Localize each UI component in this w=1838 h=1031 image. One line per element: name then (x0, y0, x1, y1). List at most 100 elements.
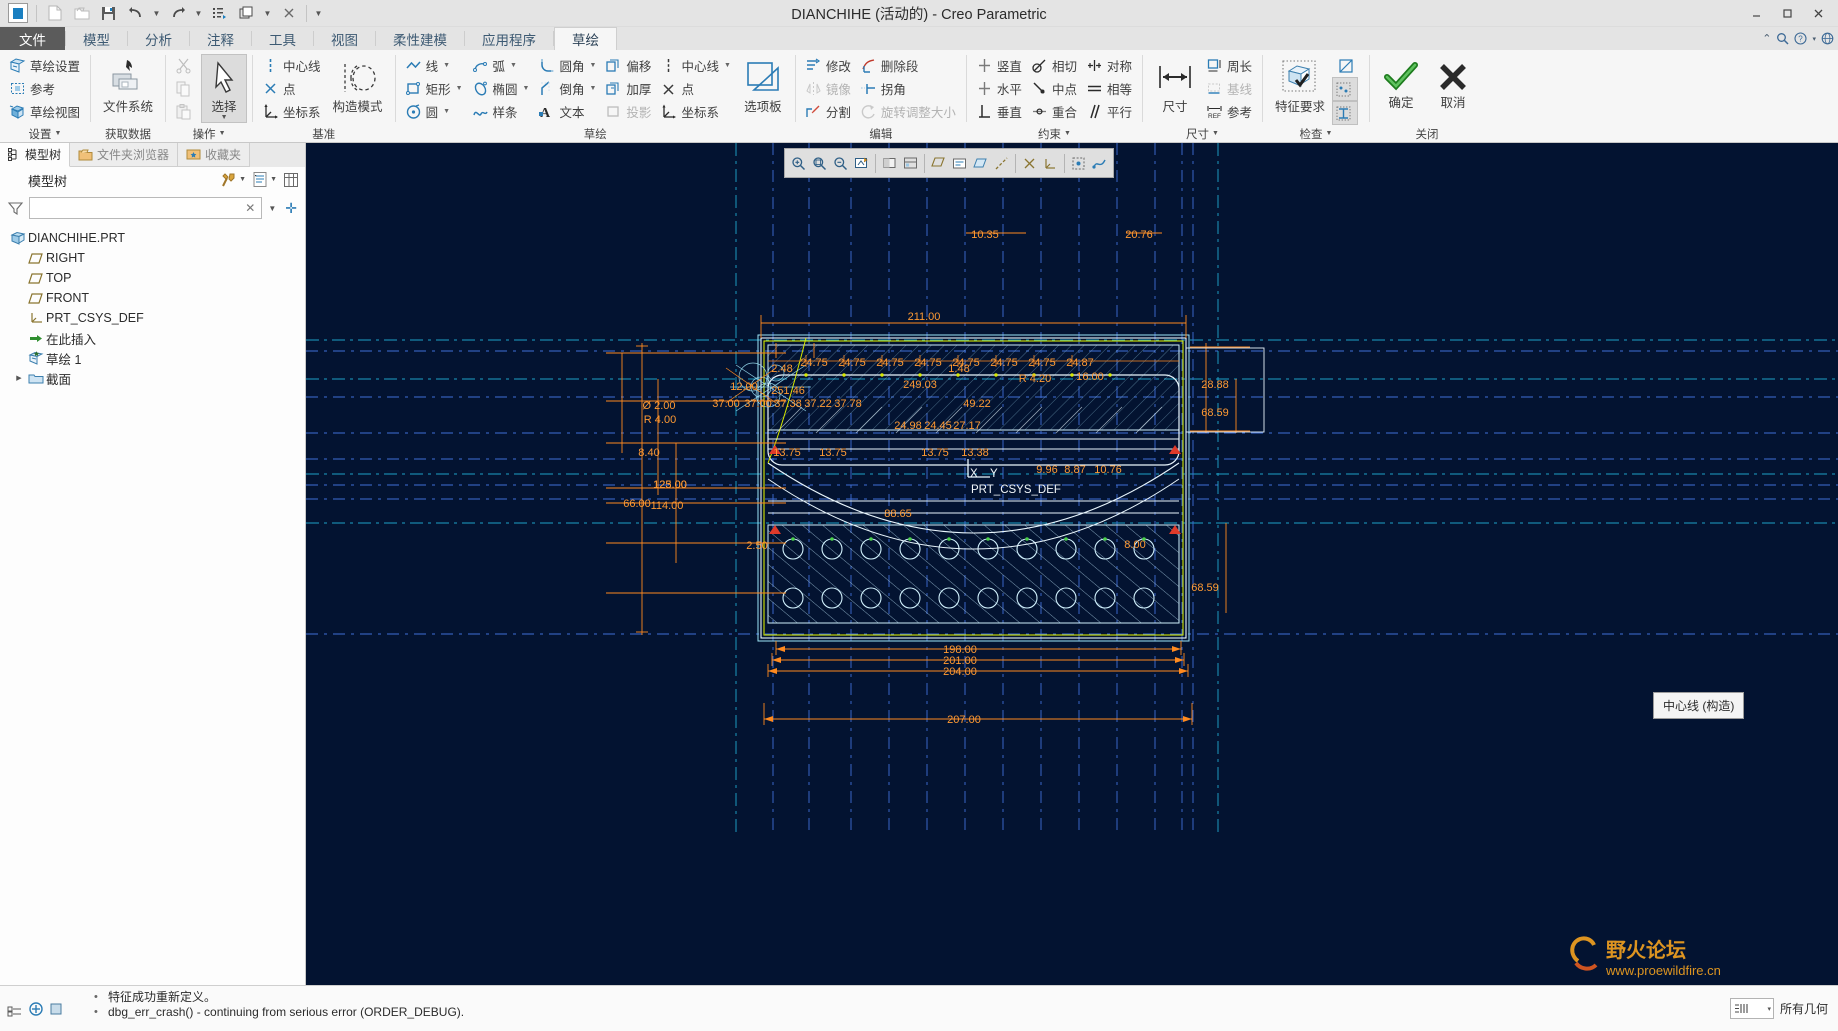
ribbon-item-spline[interactable]: 样条 (468, 100, 535, 123)
ribbon-item-divide[interactable]: 分割 (801, 100, 856, 123)
add-filter-icon[interactable]: ✛ (285, 200, 301, 217)
dimension-label[interactable]: 114.00 (651, 500, 684, 512)
filter-funnel-icon[interactable] (7, 201, 24, 216)
ribbon-item-sketch-csys[interactable]: 坐标系 (656, 100, 735, 123)
ribbon-item-modify[interactable]: 修改 (801, 54, 856, 77)
dimension-label[interactable]: 68.59 (1191, 582, 1219, 594)
tree-display-icon[interactable] (251, 170, 268, 189)
minimize-ribbon-icon[interactable]: ⌃ (1762, 32, 1771, 45)
dimension-label[interactable]: 49.22 (963, 398, 991, 410)
ribbon-item-horizontal[interactable]: 水平 (972, 77, 1027, 100)
chevron-down-icon[interactable]: ▼ (510, 62, 517, 69)
ribbon-item-fillet[interactable]: 圆角 ▼ (534, 54, 601, 77)
undo-dropdown-icon[interactable]: ▼ (149, 2, 164, 25)
chevron-down-icon[interactable]: ▼ (724, 62, 731, 69)
ribbon-item-rectangle[interactable]: 矩形 ▼ (401, 77, 468, 100)
tab-file[interactable]: 文件 (0, 27, 65, 50)
undo-icon[interactable] (122, 2, 149, 25)
chevron-down-icon[interactable]: ▼ (523, 85, 530, 92)
dimension-label[interactable]: 2.50 (746, 540, 767, 552)
clear-search-icon[interactable]: ✕ (243, 201, 257, 215)
chevron-down-icon[interactable]: ▼ (443, 108, 450, 115)
ribbon-item-midpoint[interactable]: 中点 (1027, 77, 1082, 100)
chevron-down-icon[interactable]: ▼ (221, 114, 228, 122)
ribbon-group-label[interactable]: 操作 ▼ (166, 125, 252, 142)
chevron-down-icon[interactable]: ▼ (589, 85, 596, 92)
nav-tab-model-tree[interactable]: 模型树 (0, 143, 71, 167)
help-icon[interactable]: ? (1794, 32, 1808, 45)
dimension-label[interactable]: 37.38 (774, 398, 802, 410)
tree-item-insert-here[interactable]: 在此插入 (0, 328, 305, 348)
status-filter-icon[interactable] (28, 1001, 44, 1017)
ribbon-item-feature-requirements[interactable]: 特征要求 (1268, 54, 1332, 114)
tree-item-sketch-1[interactable]: 草绘 1 (0, 348, 305, 368)
dimension-label[interactable]: 211.00 (908, 311, 941, 323)
creo-app-logo-icon[interactable] (8, 3, 28, 23)
tab-annotate[interactable]: 注释 (190, 27, 251, 50)
regenerate-icon[interactable] (206, 2, 233, 25)
dimension-label[interactable]: 88.65 (884, 508, 912, 520)
redo-icon[interactable] (164, 2, 191, 25)
dimension-label[interactable]: 13.38 (961, 447, 989, 459)
tab-model[interactable]: 模型 (66, 27, 127, 50)
ribbon-item-circle[interactable]: 圆 ▼ (401, 100, 468, 123)
dimension-label[interactable]: 24.87 (1066, 357, 1094, 369)
tree-item-sections[interactable]: ▶ 截面 (0, 368, 305, 388)
ribbon-item-mirror[interactable]: 镜像 (801, 77, 856, 100)
ribbon-item-file-system[interactable]: 文件系统 (96, 54, 160, 114)
ribbon-item-dimension[interactable]: 尺寸 (1148, 54, 1202, 114)
ribbon-group-label[interactable]: 约束 ▼ (967, 125, 1142, 142)
ribbon-item-construction-mode[interactable]: 构造模式 (326, 54, 390, 114)
ribbon-item-rotate-resize[interactable]: 旋转调整大小 (856, 100, 961, 123)
ribbon-item-perimeter[interactable]: 周长 (1202, 54, 1257, 77)
ribbon-item-palette[interactable]: 选项板 (736, 54, 790, 114)
dimension-label[interactable]: 10.76 (1094, 464, 1122, 476)
ribbon-item-baseline[interactable]: 基线 (1202, 77, 1257, 100)
ribbon-item-ellipse[interactable]: 椭圆 ▼ (468, 77, 535, 100)
spin-center-icon[interactable] (1068, 151, 1089, 175)
dimension-label[interactable]: 68.59 (1201, 407, 1229, 419)
ribbon-item-sketch-centerline[interactable]: 中心线 ▼ (656, 54, 735, 77)
dimension-label[interactable]: 24.75 (914, 357, 942, 369)
dimension-label[interactable]: 66.00 (623, 498, 651, 510)
point-display-icon[interactable] (1019, 151, 1040, 175)
ribbon-group-label[interactable]: 设置 ▼ (0, 125, 90, 142)
chevron-down-icon[interactable]: ▼ (456, 85, 463, 92)
ribbon-item-parallel[interactable]: 平行 (1082, 100, 1137, 123)
sketch-display-icon[interactable] (1089, 151, 1110, 175)
dimension-label[interactable]: 20.76 (1125, 229, 1153, 241)
dimension-label[interactable]: 37.22 (804, 398, 832, 410)
nav-tab-favorites[interactable]: 收藏夹 (178, 143, 251, 167)
saved-orientations-icon[interactable] (900, 151, 921, 175)
close-window-icon[interactable] (275, 2, 302, 25)
save-icon[interactable] (95, 2, 122, 25)
axis-display-icon[interactable] (991, 151, 1012, 175)
dimension-label[interactable]: 13.75 (773, 447, 801, 459)
tree-item-right-plane[interactable]: RIGHT (0, 248, 305, 268)
tab-tools[interactable]: 工具 (252, 27, 313, 50)
cancel-button[interactable]: 取消 (1427, 56, 1479, 110)
dimension-label[interactable]: 13.75 (921, 447, 949, 459)
maximize-button[interactable] (1772, 0, 1803, 27)
zoom-in-icon[interactable] (788, 151, 809, 175)
dimension-label[interactable]: 8.00 (1124, 539, 1145, 551)
ribbon-item-sketch-setup[interactable]: 草绘设置 (5, 54, 85, 77)
ribbon-item-delete-segment[interactable]: 删除段 (856, 54, 961, 77)
refit-icon[interactable] (809, 151, 830, 175)
graphics-mini-toolbar[interactable] (784, 148, 1114, 178)
dimension-label[interactable]: 207.00 (947, 714, 981, 726)
ribbon-item-reference[interactable]: 参考 (5, 77, 85, 100)
tree-item-part[interactable]: DIANCHIHE.PRT (0, 228, 305, 248)
dimension-label[interactable]: 37.00 (744, 398, 772, 410)
datum-display-icon[interactable] (928, 151, 949, 175)
csys-display-icon[interactable] (1040, 151, 1061, 175)
filter-dropdown-icon[interactable]: ▼ (268, 204, 276, 213)
ribbon-group-label[interactable]: 获取数据 (91, 125, 165, 142)
tab-sketch[interactable]: 草绘 (554, 27, 617, 50)
ribbon-item-vertical[interactable]: 竖直 (972, 54, 1027, 77)
tree-search-input[interactable] (34, 200, 244, 216)
ribbon-item-cut[interactable] (171, 54, 201, 77)
ribbon-item-highlight-open-ends[interactable] (1332, 77, 1358, 101)
globe-icon[interactable] (1821, 32, 1834, 45)
ribbon-group-label[interactable]: 尺寸 ▼ (1143, 125, 1262, 142)
